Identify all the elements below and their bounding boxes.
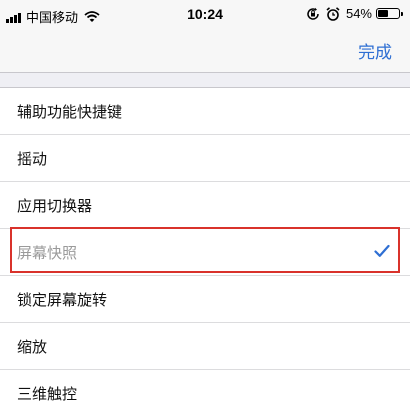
list-item-label: 应用切换器 bbox=[17, 196, 93, 215]
list-item[interactable]: 缩放 bbox=[0, 323, 410, 370]
list-item-label: 缩放 bbox=[17, 337, 48, 356]
list-item[interactable]: 辅助功能快捷键 bbox=[0, 88, 410, 135]
list-item-label: 辅助功能快捷键 bbox=[17, 102, 123, 121]
list-item-label: 锁定屏幕旋转 bbox=[17, 290, 108, 309]
checkmark-icon bbox=[374, 244, 390, 257]
status-bar: 中国移动 10:24 54% bbox=[0, 0, 410, 32]
list-item-label: 屏幕快照 bbox=[17, 243, 78, 262]
battery-icon bbox=[376, 8, 403, 19]
list-item-selected[interactable]: 屏幕快照 bbox=[0, 229, 410, 276]
battery-fill bbox=[378, 10, 388, 17]
option-list: 辅助功能快捷键 摇动 应用切换器 屏幕快照 锁定屏幕旋转 缩放 三维触控 bbox=[0, 87, 410, 417]
list-item[interactable]: 锁定屏幕旋转 bbox=[0, 276, 410, 323]
list-item-label: 摇动 bbox=[17, 149, 48, 168]
alarm-icon bbox=[326, 6, 340, 21]
list-item-label: 三维触控 bbox=[17, 385, 78, 403]
navigation-bar: 完成 bbox=[0, 32, 410, 73]
list-item[interactable]: 三维触控 bbox=[0, 370, 410, 417]
list-item[interactable]: 摇动 bbox=[0, 135, 410, 182]
orientation-lock-icon bbox=[307, 7, 319, 20]
done-button[interactable]: 完成 bbox=[358, 38, 392, 63]
battery-cap bbox=[401, 12, 403, 16]
status-right: 54% bbox=[306, 6, 403, 21]
battery-percent: 54% bbox=[345, 6, 372, 21]
list-item[interactable]: 应用切换器 bbox=[0, 182, 410, 229]
